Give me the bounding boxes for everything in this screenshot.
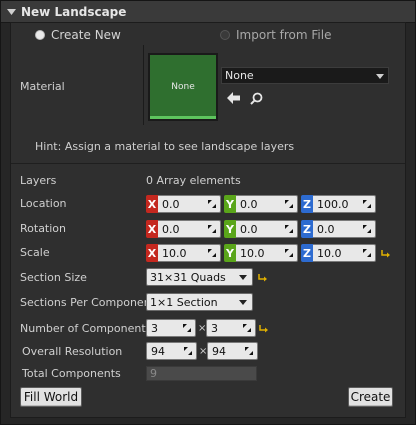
rotation-z-field[interactable]: 0.0	[313, 220, 376, 238]
chevron-down-icon[interactable]	[6, 7, 16, 17]
location-x-field[interactable]: 0.0	[158, 195, 221, 213]
axis-z-badge: Z	[301, 244, 313, 262]
material-combo[interactable]: None	[221, 67, 389, 84]
spin-arrows-icon[interactable]	[363, 225, 371, 233]
components-y-field[interactable]: 3	[206, 319, 256, 337]
panel-header[interactable]: New Landscape	[1, 1, 415, 23]
scale-y-field[interactable]: 10.0	[236, 244, 298, 262]
rotation-x-field[interactable]: 0.0	[158, 220, 221, 238]
section-divider	[11, 163, 405, 164]
radio-on-icon[interactable]	[35, 30, 45, 40]
overall-resolution-label: Overall Resolution	[22, 345, 123, 358]
components-x-field[interactable]: 3	[146, 319, 196, 337]
radio-off-icon[interactable]	[220, 30, 230, 40]
section-size-dropdown[interactable]: 31×31 Quads	[146, 268, 253, 286]
scale-z-field[interactable]: 10.0	[313, 244, 376, 262]
chevron-down-icon	[239, 275, 247, 280]
scale-y-value: 10.0	[240, 246, 265, 260]
axis-z-badge: Z	[301, 195, 313, 213]
sections-per-component-value: 1×1 Section	[150, 295, 218, 309]
axis-x-badge: X	[146, 195, 158, 213]
resolution-y-field[interactable]: 94	[207, 342, 258, 360]
scale-x-field[interactable]: 10.0	[158, 244, 221, 262]
location-y-value: 0.0	[240, 197, 258, 211]
rotation-y-value: 0.0	[240, 222, 258, 236]
radio-import-from-file[interactable]: Import from File	[220, 27, 331, 43]
spin-arrows-icon[interactable]	[285, 200, 293, 208]
location-x-value: 0.0	[162, 197, 180, 211]
radio-create-new[interactable]: Create New	[35, 27, 121, 43]
resolution-y-value: 94	[212, 344, 226, 358]
material-thumbnail-text: None	[171, 82, 195, 92]
spin-arrows-icon[interactable]	[184, 347, 192, 355]
components-y-value: 3	[211, 321, 218, 335]
resolution-x-value: 94	[151, 344, 165, 358]
section-size-value: 31×31 Quads	[150, 270, 226, 284]
location-z-value: 100.0	[317, 197, 349, 211]
sections-per-component-dropdown[interactable]: 1×1 Section	[146, 293, 253, 311]
spin-arrows-icon[interactable]	[183, 324, 191, 332]
spin-arrows-icon[interactable]	[208, 249, 216, 257]
rotation-y-field[interactable]: 0.0	[236, 220, 298, 238]
chevron-down-icon	[239, 300, 247, 305]
resolution-x-field[interactable]: 94	[146, 342, 197, 360]
material-thumbnail-bar	[150, 116, 216, 119]
number-of-components-label: Number of Components	[20, 322, 152, 335]
spin-arrows-icon[interactable]	[208, 200, 216, 208]
spin-arrows-icon[interactable]	[363, 200, 371, 208]
components-x-value: 3	[151, 321, 158, 335]
axis-y-badge: Y	[224, 244, 236, 262]
spin-arrows-icon[interactable]	[208, 225, 216, 233]
location-y-field[interactable]: 0.0	[236, 195, 298, 213]
rotation-x-value: 0.0	[162, 222, 180, 236]
total-components-value: 9	[150, 367, 157, 380]
spin-arrows-icon[interactable]	[285, 249, 293, 257]
material-thumbnail[interactable]: None	[148, 53, 218, 121]
panel-title: New Landscape	[21, 4, 127, 19]
sections-per-component-label: Sections Per Componen	[20, 296, 151, 309]
fill-world-button[interactable]: Fill World	[20, 387, 82, 407]
spin-arrows-icon[interactable]	[363, 249, 371, 257]
axis-x-badge: X	[146, 244, 158, 262]
search-icon[interactable]	[249, 91, 263, 105]
location-label: Location	[20, 197, 67, 210]
scale-z-value: 10.0	[317, 246, 342, 260]
layers-value: 0 Array elements	[146, 174, 241, 187]
axis-y-badge: Y	[224, 220, 236, 238]
material-combo-value: None	[225, 69, 254, 82]
spin-arrows-icon[interactable]	[243, 324, 251, 332]
scale-x-value: 10.0	[162, 246, 187, 260]
total-components-label: Total Components	[22, 367, 121, 380]
section-size-label: Section Size	[20, 271, 87, 284]
location-z-field[interactable]: 100.0	[313, 195, 376, 213]
hint-text: Hint: Assign a material to see landscape…	[35, 140, 295, 153]
radio-import-label: Import from File	[236, 28, 332, 42]
reset-arrow-icon[interactable]	[259, 323, 269, 333]
material-divider	[143, 45, 144, 125]
scale-label: Scale	[20, 246, 50, 259]
axis-y-badge: Y	[224, 195, 236, 213]
axis-x-badge: X	[146, 220, 158, 238]
rotation-z-value: 0.0	[317, 222, 335, 236]
total-components-field: 9	[146, 366, 257, 381]
combo-caret-icon	[376, 73, 384, 79]
material-label: Material	[20, 80, 65, 93]
arrow-left-icon[interactable]	[226, 91, 240, 105]
rotation-label: Rotation	[20, 222, 67, 235]
spin-arrows-icon[interactable]	[245, 347, 253, 355]
axis-z-badge: Z	[301, 220, 313, 238]
reset-arrow-icon[interactable]	[381, 248, 391, 258]
layers-label: Layers	[20, 174, 57, 187]
radio-create-new-label: Create New	[51, 28, 121, 42]
reset-arrow-icon[interactable]	[258, 272, 268, 282]
spin-arrows-icon[interactable]	[285, 225, 293, 233]
create-button[interactable]: Create	[348, 387, 393, 407]
